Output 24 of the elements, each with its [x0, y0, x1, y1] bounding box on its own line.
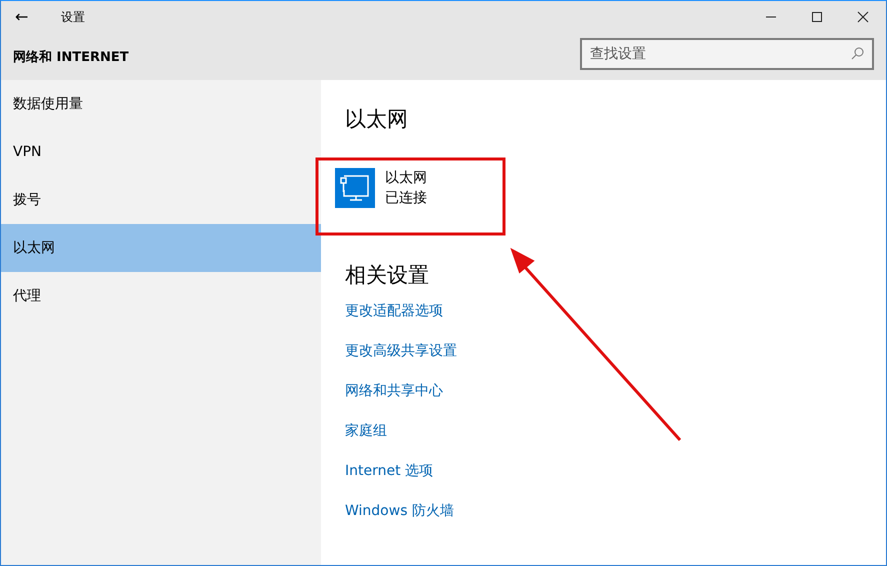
- section-title: 网络和 INTERNET: [13, 48, 129, 66]
- connection-name: 以太网: [385, 169, 427, 188]
- maximize-icon: [811, 11, 823, 23]
- settings-link[interactable]: Internet 选项: [345, 460, 434, 500]
- sidebar-item[interactable]: 数据使用量: [1, 80, 321, 128]
- monitor-icon: [335, 168, 375, 208]
- settings-link[interactable]: Windows 防火墙: [345, 500, 454, 540]
- sidebar-item[interactable]: VPN: [1, 128, 321, 176]
- search-icon: [851, 46, 864, 60]
- sidebar-item[interactable]: 以太网: [1, 224, 321, 272]
- related-settings-heading: 相关设置: [345, 262, 430, 289]
- page-heading: 以太网: [345, 106, 409, 133]
- sidebar-item[interactable]: 拨号: [1, 176, 321, 224]
- ethernet-connection[interactable]: 以太网 已连接: [335, 168, 485, 208]
- back-button[interactable]: ←: [15, 9, 29, 25]
- settings-link[interactable]: 更改高级共享设置: [345, 340, 457, 380]
- window-title: 设置: [61, 8, 85, 26]
- close-icon: [857, 11, 869, 23]
- settings-link[interactable]: 家庭组: [345, 420, 387, 460]
- settings-link[interactable]: 网络和共享中心: [345, 380, 443, 420]
- sidebar-item[interactable]: 代理: [1, 272, 321, 320]
- search-field[interactable]: 查找设置: [580, 38, 874, 70]
- settings-link[interactable]: 更改适配器选项: [345, 300, 443, 340]
- connection-status: 已连接: [385, 189, 427, 208]
